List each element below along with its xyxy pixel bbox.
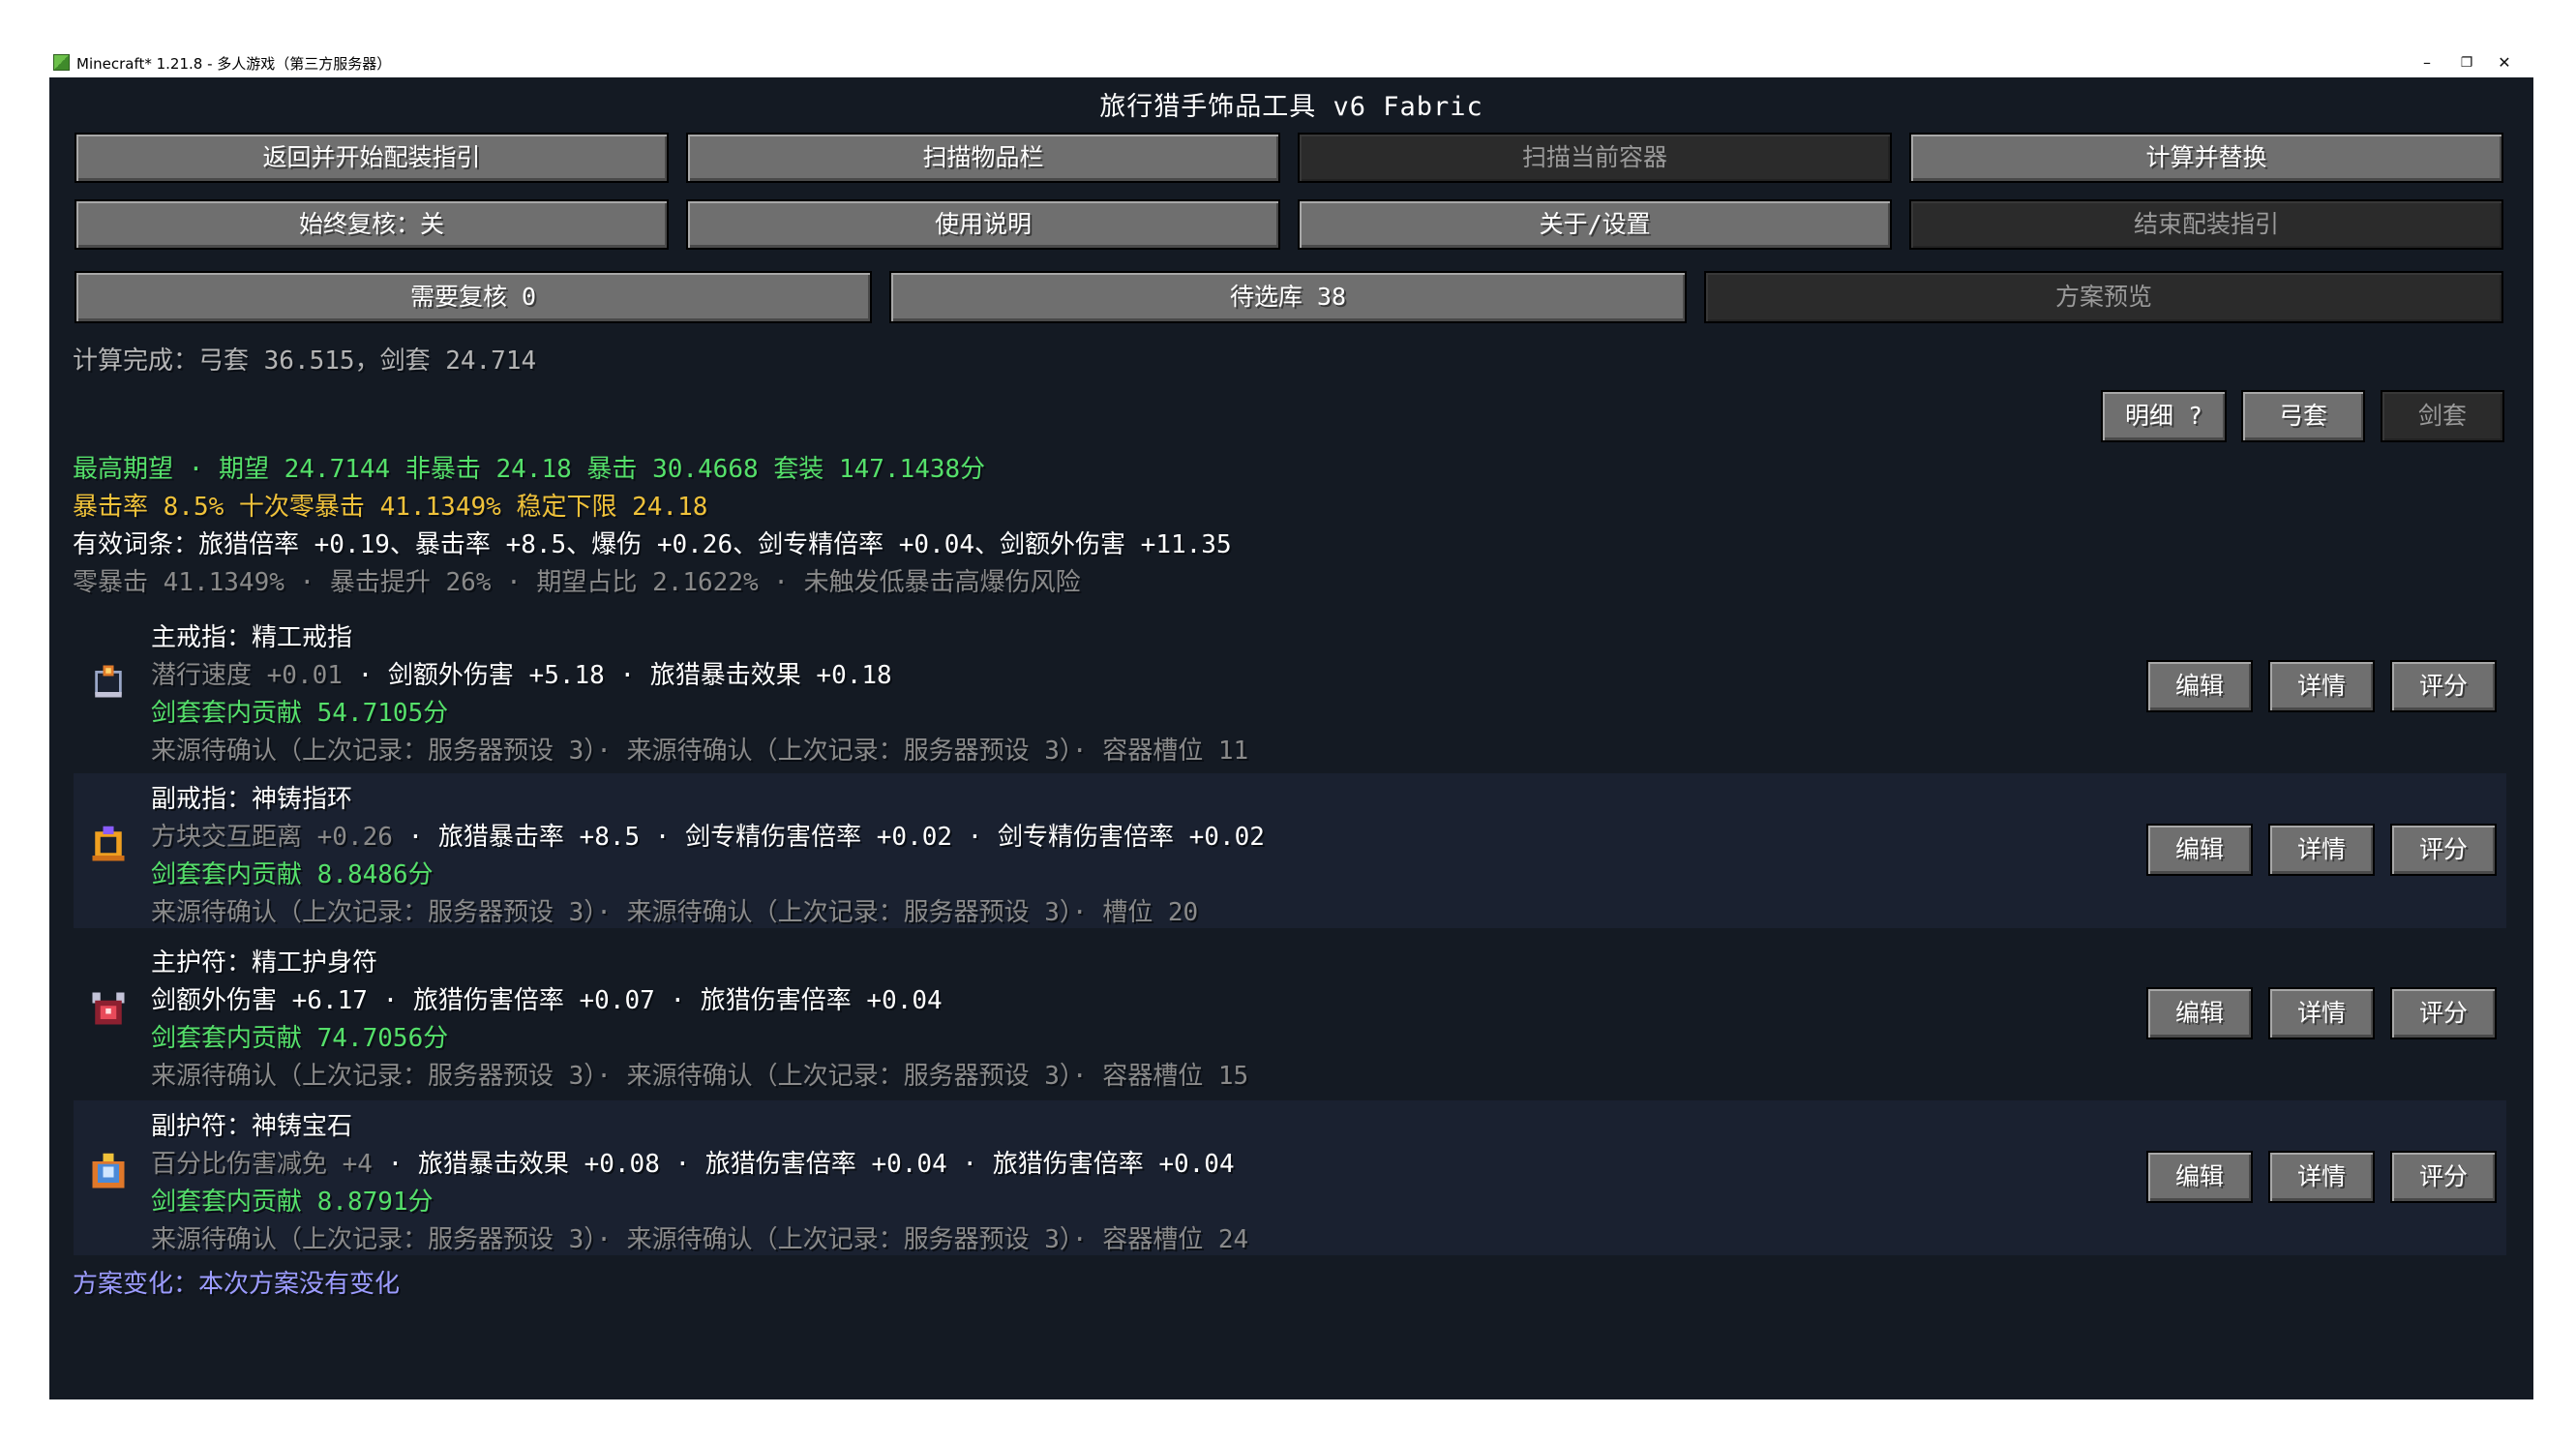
plan-preview-button[interactable]: 方案预览: [1704, 271, 2503, 323]
item-stats: · 旅猎暴击效果 +0.08 · 旅猎伤害倍率 +0.04 · 旅猎伤害倍率 +…: [372, 1150, 1235, 1179]
item-slot-label: 主戒指：精工戒指: [151, 623, 353, 652]
item-contribution: 剑套套内贡献 74.7056分: [151, 1024, 449, 1053]
always-review-toggle[interactable]: 始终复核：关: [75, 199, 669, 250]
details-button[interactable]: 详情: [2268, 824, 2375, 876]
sword-set-tab[interactable]: 剑套: [2381, 390, 2504, 442]
edit-button[interactable]: 编辑: [2146, 987, 2253, 1039]
screen-title: 旅行猎手饰品工具 v6 Fabric: [1099, 92, 1483, 122]
window-titlebar[interactable]: Minecraft* 1.21.8 - 多人游戏（第三方服务器） – ❐ ✕: [49, 48, 2533, 77]
item-contribution: 剑套套内贡献 8.8486分: [151, 860, 434, 889]
need-review-button[interactable]: 需要复核 0: [75, 271, 872, 323]
item-source: 来源待确认（上次记录：服务器预设 3）· 来源待确认（上次记录：服务器预设 3）…: [151, 737, 1249, 766]
summary-expectation: 最高期望 · 期望 24.7144 非暴击 24.18 暴击 30.4668 套…: [73, 455, 986, 484]
item-slot-label: 主护符：精工护身符: [151, 948, 378, 978]
score-button[interactable]: 评分: [2390, 987, 2497, 1039]
calc-status: 计算完成：弓套 36.515，剑套 24.714: [73, 346, 537, 376]
usage-button[interactable]: 使用说明: [686, 199, 1280, 250]
edit-button[interactable]: 编辑: [2146, 1151, 2253, 1203]
item-stat-dim: 百分比伤害减免 +4: [151, 1150, 373, 1179]
item-row-sub-ring: 副戒指：神铸指环 方块交互距离 +0.26 · 旅猎暴击率 +8.5 · 剑专精…: [74, 773, 2506, 928]
item-source: 来源待确认（上次记录：服务器预设 3）· 来源待确认（上次记录：服务器预设 3）…: [151, 898, 1199, 927]
precision-ring-icon: [95, 665, 122, 698]
bow-set-tab[interactable]: 弓套: [2241, 390, 2365, 442]
score-button[interactable]: 评分: [2390, 1151, 2497, 1203]
score-button[interactable]: 评分: [2390, 660, 2497, 712]
details-button[interactable]: 详情: [2268, 1151, 2375, 1203]
close-button[interactable]: ✕: [2476, 50, 2532, 75]
scan-container-button[interactable]: 扫描当前容器: [1298, 133, 1892, 183]
edit-button[interactable]: 编辑: [2146, 824, 2253, 876]
item-row-main-amulet: 主护符：精工护身符 剑额外伤害 +6.17 · 旅猎伤害倍率 +0.07 · 旅…: [74, 937, 2506, 1092]
edit-button[interactable]: 编辑: [2146, 660, 2253, 712]
calc-replace-button[interactable]: 计算并替换: [1909, 133, 2503, 183]
end-guide-button[interactable]: 结束配装指引: [1909, 199, 2503, 250]
item-slot-label: 副护符：神铸宝石: [151, 1112, 353, 1141]
item-row-main-ring: 主戒指：精工戒指 潜行速度 +0.01 · 剑额外伤害 +5.18 · 旅猎暴击…: [74, 610, 2506, 766]
details-button[interactable]: 详情: [2268, 987, 2375, 1039]
details-button[interactable]: 详情: [2268, 660, 2375, 712]
item-stat-dim: 方块交互距离 +0.26: [151, 823, 393, 852]
item-stats: · 剑额外伤害 +5.18 · 旅猎暴击效果 +0.18: [342, 661, 892, 690]
item-row-sub-amulet: 副护符：神铸宝石 百分比伤害减免 +4 · 旅猎暴击效果 +0.08 · 旅猎伤…: [74, 1100, 2506, 1255]
plan-change-status: 方案变化：本次方案没有变化: [73, 1270, 401, 1299]
item-stat-dim: 潜行速度 +0.01: [151, 661, 343, 690]
item-slot-label: 副戒指：神铸指环: [151, 785, 353, 814]
item-stats: · 旅猎暴击率 +8.5 · 剑专精伤害倍率 +0.02 · 剑专精伤害倍率 +…: [392, 823, 1265, 852]
minecraft-app-icon: [53, 54, 70, 71]
window-title: Minecraft* 1.21.8 - 多人游戏（第三方服务器）: [76, 55, 392, 73]
tool-screen: 旅行猎手饰品工具 v6 Fabric 返回并开始配装指引 扫描物品栏 扫描当前容…: [49, 77, 2533, 1399]
candidates-button[interactable]: 待选库 38: [889, 271, 1687, 323]
detail-button[interactable]: 明细 ?: [2101, 390, 2227, 442]
item-stats: 剑额外伤害 +6.17 · 旅猎伤害倍率 +0.07 · 旅猎伤害倍率 +0.0…: [151, 986, 943, 1015]
item-source: 来源待确认（上次记录：服务器预设 3）· 来源待确认（上次记录：服务器预设 3）…: [151, 1062, 1249, 1091]
scan-inventory-button[interactable]: 扫描物品栏: [686, 133, 1280, 183]
divine-ring-icon: [92, 826, 125, 861]
item-contribution: 剑套套内贡献 8.8791分: [151, 1188, 434, 1217]
summary-risk: 零暴击 41.1349% · 暴击提升 26% · 期望占比 2.1622% ·…: [73, 568, 1081, 597]
score-button[interactable]: 评分: [2390, 824, 2497, 876]
item-contribution: 剑套套内贡献 54.7105分: [151, 699, 449, 728]
summary-effective-stats: 有效词条：旅猎倍率 +0.19、暴击率 +8.5、爆伤 +0.26、剑专精倍率 …: [73, 530, 1232, 559]
precision-amulet-icon: [92, 992, 125, 1025]
summary-crit: 暴击率 8.5% 十次零暴击 41.1349% 稳定下限 24.18: [73, 493, 708, 522]
divine-gem-icon: [92, 1153, 125, 1188]
item-source: 来源待确认（上次记录：服务器预设 3）· 来源待确认（上次记录：服务器预设 3）…: [151, 1225, 1249, 1254]
about-settings-button[interactable]: 关于/设置: [1298, 199, 1892, 250]
return-guide-button[interactable]: 返回并开始配装指引: [75, 133, 669, 183]
